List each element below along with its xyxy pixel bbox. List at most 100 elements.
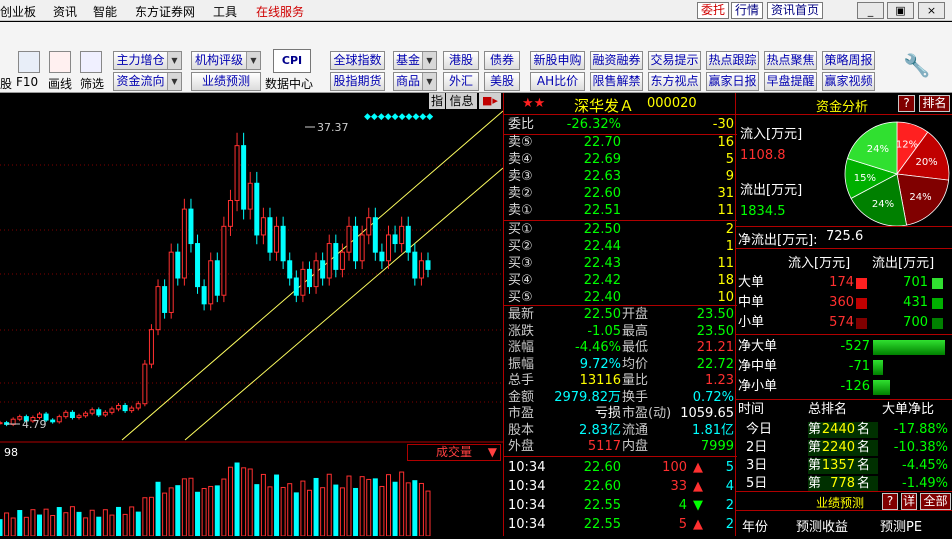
tick-volume: 4 xyxy=(678,498,687,513)
tick-count: 4 xyxy=(725,479,734,494)
rank-row[interactable]: 3日 第 1357 名 -4.45% xyxy=(736,457,952,475)
menu-item-online-service[interactable]: 在线服务 xyxy=(256,3,304,20)
sell-row[interactable]: 卖② 22.60 31 xyxy=(504,186,737,202)
buy-level-label: 买① xyxy=(508,222,533,237)
hot-track-button[interactable]: 热点跟踪 xyxy=(706,51,759,70)
rank-suffix: 名 xyxy=(857,440,871,455)
volume-bar xyxy=(148,496,154,537)
bond-button[interactable]: 债券 xyxy=(484,51,520,70)
winner-daily-button[interactable]: 赢家日报 xyxy=(706,72,759,91)
stat-label: 流通 xyxy=(622,422,649,438)
sell-row[interactable]: 卖① 22.51 11 xyxy=(504,203,737,219)
buy-row[interactable]: 买④ 22.42 18 xyxy=(504,273,737,289)
maximize-button[interactable]: ▣ xyxy=(887,2,914,19)
toolbar-label-filter: 筛选 xyxy=(80,77,105,91)
stat-label: 外盘 xyxy=(508,439,535,454)
buy-row[interactable]: 买② 22.44 1 xyxy=(504,239,737,255)
close-button[interactable]: × xyxy=(918,2,945,19)
volume-bar xyxy=(175,485,181,537)
rank-row[interactable]: 2日 第 2240 名 -10.38% xyxy=(736,439,952,457)
us-stock-button[interactable]: 美股 xyxy=(484,72,520,91)
menu-item-dongfang[interactable]: 东方证券网 xyxy=(135,3,195,20)
fund-help-button[interactable]: ? xyxy=(898,95,915,112)
volume-bar xyxy=(313,477,319,537)
sell-row[interactable]: 卖⑤ 22.70 16 xyxy=(504,135,737,151)
sell-row[interactable]: 卖③ 22.63 9 xyxy=(504,169,737,185)
chevron-down-icon: ▼ xyxy=(487,445,497,459)
strategy-weekly-button[interactable]: 策略周报 xyxy=(822,51,875,70)
lockup-button[interactable]: 限售解禁 xyxy=(590,72,643,91)
candle-body xyxy=(320,260,326,279)
buy-price: 22.50 xyxy=(583,222,621,237)
info-tab[interactable]: 信息 xyxy=(446,93,477,109)
sell-row[interactable]: 卖④ 22.69 5 xyxy=(504,152,737,168)
candle-body xyxy=(412,251,418,279)
index-futures-button[interactable]: 股指期货 xyxy=(330,72,385,91)
f10-icon[interactable] xyxy=(18,51,40,73)
menu-item-smart[interactable]: 智能 xyxy=(93,3,117,20)
margin-button[interactable]: 融资融券 xyxy=(590,51,643,70)
morning-reminder-button[interactable]: 早盘提醒 xyxy=(764,72,817,91)
stat-value: 1.23 xyxy=(705,373,734,388)
stock-name: 深华发Ａ xyxy=(574,97,635,115)
eastern-view-button[interactable]: 东方视点 xyxy=(648,72,701,91)
ipo-button[interactable]: 新股申购 xyxy=(530,51,585,70)
volume-bar xyxy=(412,480,418,537)
main-increase-button[interactable]: 主力增仓 xyxy=(113,51,182,70)
ah-compare-button[interactable]: AH比价 xyxy=(530,72,585,91)
global-index-button[interactable]: 全球指数 xyxy=(330,51,385,70)
flow-row: 小单 574 700 xyxy=(736,314,952,332)
forecast-detail-button[interactable]: 详 xyxy=(901,493,917,510)
wrench-icon[interactable]: 🔧 xyxy=(903,54,930,80)
menu-item-news[interactable]: 资讯 xyxy=(53,3,77,20)
trade-tips-button[interactable]: 交易提示 xyxy=(648,51,701,70)
volume-bar xyxy=(122,513,128,537)
candle-body xyxy=(267,217,273,253)
trade-button[interactable]: 委托 xyxy=(697,2,730,19)
buy-row[interactable]: 买⑤ 22.40 10 xyxy=(504,290,737,306)
capital-flow-button[interactable]: 资金流向 xyxy=(113,72,182,91)
earnings-forecast-button[interactable]: 业绩预测 xyxy=(191,72,261,91)
kline-chart-area[interactable]: 98 37.37 4.79 ◆◆◆◆◆◆◆◆◆◆ 指 信息 ■▸ 成交量 ▼ xyxy=(0,93,504,537)
winner-video-button[interactable]: 赢家视频 xyxy=(822,72,875,91)
cpi-icon[interactable]: CPI xyxy=(273,49,311,73)
pie-slice-label: 24% xyxy=(872,199,894,210)
candle-body xyxy=(425,260,431,270)
buy-row[interactable]: 买① 22.50 2 xyxy=(504,222,737,238)
volume-bar xyxy=(293,492,299,537)
fund-rank-button[interactable]: 排名 xyxy=(919,95,950,112)
panel-toggle-icon[interactable]: ■▸ xyxy=(479,93,501,109)
flow-out-value: 701 xyxy=(903,275,928,290)
fund-button[interactable]: 基金 xyxy=(393,51,437,70)
star-icon[interactable]: ★★ xyxy=(522,96,545,111)
minimize-button[interactable]: _ xyxy=(857,2,884,19)
volume-bar xyxy=(0,519,3,537)
buy-row[interactable]: 买③ 22.43 11 xyxy=(504,256,737,272)
candle-body xyxy=(306,268,312,288)
rank-ratio: -17.88% xyxy=(893,422,948,437)
volume-indicator-select[interactable]: 成交量 ▼ xyxy=(407,444,501,461)
high-price-label: 37.37 xyxy=(317,121,349,134)
rank-row[interactable]: 今日 第 2440 名 -17.88% xyxy=(736,421,952,439)
filter-icon[interactable] xyxy=(80,51,102,73)
hot-focus-button[interactable]: 热点聚焦 xyxy=(764,51,817,70)
forecast-help-button[interactable]: ? xyxy=(882,493,898,510)
news-home-button[interactable]: 资讯首页 xyxy=(767,2,824,19)
menu-item-chuangyeban[interactable]: 创业板 xyxy=(0,3,36,20)
quote-button[interactable]: 行情 xyxy=(731,2,764,19)
draw-line-icon[interactable] xyxy=(49,51,71,73)
candle-body xyxy=(353,225,359,262)
hk-stock-button[interactable]: 港股 xyxy=(443,51,479,70)
candle-body xyxy=(241,145,247,210)
volume-bar xyxy=(385,474,391,537)
indicator-tab[interactable]: 指 xyxy=(429,93,445,109)
right-panel: ★★ 深华发Ａ 000020 委比 -26.32% -30 卖⑤ 22.70 16 卖④ 22… xyxy=(503,93,952,536)
flow-out-swatch xyxy=(932,278,943,289)
forecast-all-button[interactable]: 全部 xyxy=(920,493,951,510)
volume-bar xyxy=(214,485,220,537)
menu-item-tools[interactable]: 工具 xyxy=(213,3,237,20)
volume-bar xyxy=(69,506,75,537)
institution-rating-button[interactable]: 机构评级 xyxy=(191,51,261,70)
commodity-button[interactable]: 商品 xyxy=(393,72,437,91)
forex-button[interactable]: 外汇 xyxy=(443,72,479,91)
